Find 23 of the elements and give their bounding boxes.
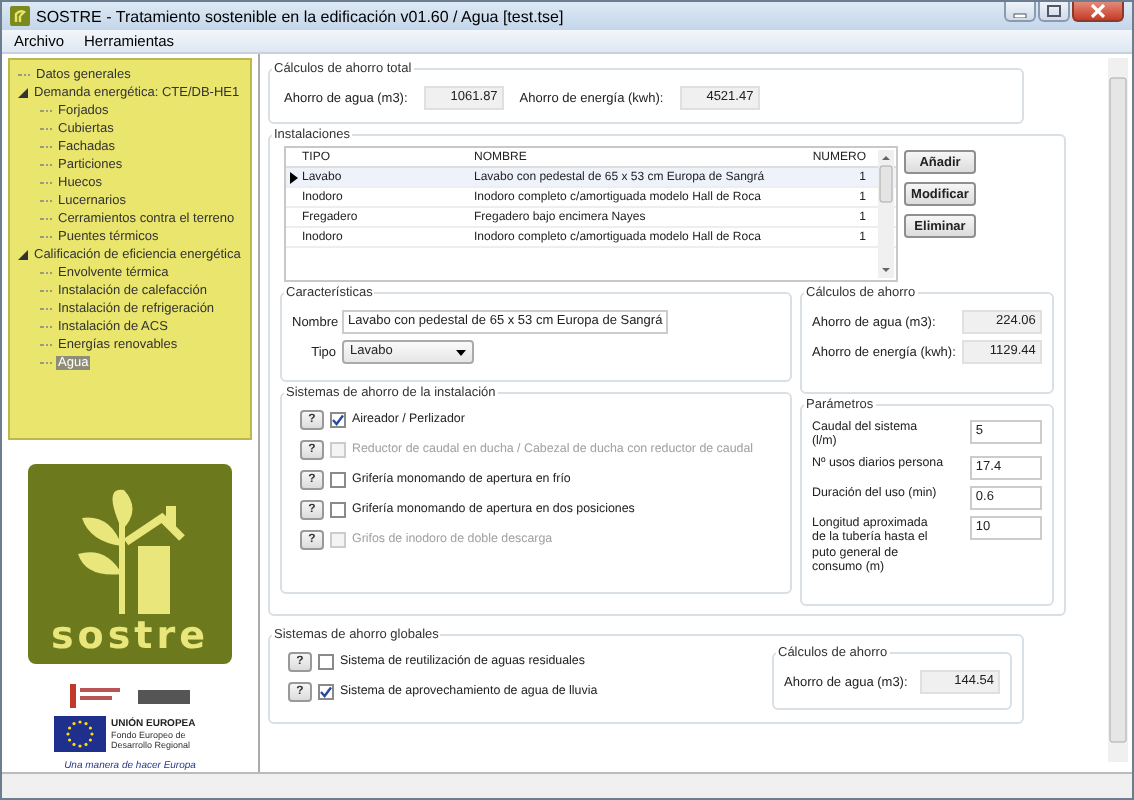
row-pointer-icon: [289, 171, 297, 183]
expand-arrow-icon[interactable]: [18, 250, 28, 260]
close-icon: [1090, 4, 1106, 18]
scrollbar-drawing[interactable]: [878, 150, 894, 278]
regional-government-logo: [70, 684, 122, 708]
checkbox[interactable]: [318, 683, 334, 699]
leaves-house-drawing: [74, 486, 186, 614]
logo-text: sostre: [50, 618, 209, 656]
checkbox[interactable]: [318, 653, 334, 669]
checkbox[interactable]: [330, 411, 346, 427]
maximize-icon: [1046, 4, 1062, 18]
eu-flag-icon: [53, 716, 105, 752]
window-title: SOSTRE - Tratamiento sostenible en la edificación v01.60 / Agua [test.tse]: [36, 7, 566, 25]
checkbox[interactable]: [330, 501, 346, 517]
agency-logo: [138, 689, 190, 703]
minimize-button[interactable]: [1004, 2, 1036, 22]
scrollbar-drawing[interactable]: [1108, 58, 1128, 762]
maximize-button[interactable]: [1038, 2, 1070, 22]
caret-icon: [456, 349, 466, 355]
checkbox[interactable]: [330, 471, 346, 487]
expand-arrow-icon[interactable]: [18, 88, 28, 98]
close-button[interactable]: [1072, 2, 1124, 22]
app-icon: [10, 6, 30, 26]
